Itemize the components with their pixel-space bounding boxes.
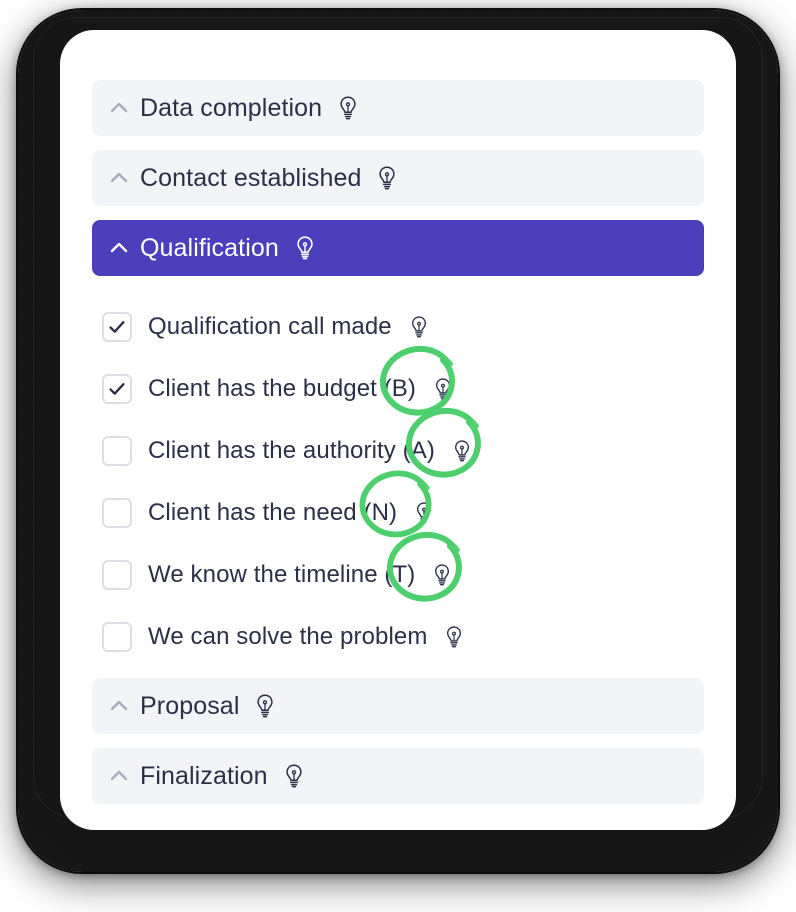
stage-label: Proposal [140, 691, 240, 720]
chevron-up-icon[interactable] [106, 763, 132, 789]
checklist-item-label: We can solve the problem [148, 623, 428, 650]
checkbox-client-has-the-authority[interactable] [102, 436, 132, 466]
checkbox-client-has-the-need[interactable] [102, 498, 132, 528]
checklist-item[interactable]: Client has the authority (A) [92, 420, 704, 482]
checklist-item-label: Qualification call made [148, 313, 392, 340]
lightbulb-icon[interactable] [431, 562, 453, 588]
lightbulb-icon[interactable] [451, 438, 473, 464]
chevron-up-icon[interactable] [106, 235, 132, 261]
checklist-item[interactable]: Client has the need (N) [92, 482, 704, 544]
checklist-item[interactable]: We know the timeline (T) [92, 544, 704, 606]
stage-header-contact-established[interactable]: Contact established [92, 150, 704, 206]
screenshot-root: Data completion Contact established Qual… [0, 0, 796, 912]
lightbulb-icon[interactable] [293, 234, 317, 262]
checklist-item-label: We know the timeline (T) [148, 561, 416, 588]
lightbulb-icon[interactable] [432, 376, 454, 402]
stage-label: Qualification [140, 233, 279, 262]
checklist-card: Data completion Contact established Qual… [60, 30, 736, 830]
lightbulb-icon[interactable] [336, 94, 360, 122]
stage-header-data-completion[interactable]: Data completion [92, 80, 704, 136]
stage-label: Data completion [140, 93, 323, 122]
stage-header-qualification[interactable]: Qualification [92, 220, 704, 276]
checklist-item[interactable]: We can solve the problem [92, 606, 704, 668]
chevron-up-icon[interactable] [106, 95, 132, 121]
stage-header-finalization[interactable]: Finalization [92, 748, 704, 804]
checkbox-qualification-call-made[interactable] [102, 312, 132, 342]
lightbulb-icon[interactable] [413, 500, 435, 526]
checklist-item[interactable]: Client has the budget (B) [92, 358, 704, 420]
stage-label: Contact established [140, 163, 362, 192]
stage-label: Finalization [140, 761, 268, 790]
checkbox-client-has-the-budget[interactable] [102, 374, 132, 404]
checklist-item-label: Client has the authority (A) [148, 437, 435, 464]
checkbox-we-can-solve-the-problem[interactable] [102, 622, 132, 652]
checklist-item-label: Client has the need (N) [148, 499, 398, 526]
chevron-up-icon[interactable] [106, 165, 132, 191]
lightbulb-icon[interactable] [282, 762, 306, 790]
lightbulb-icon[interactable] [375, 164, 399, 192]
lightbulb-icon[interactable] [443, 624, 465, 650]
checkbox-we-know-the-timeline[interactable] [102, 560, 132, 590]
stage-header-proposal[interactable]: Proposal [92, 678, 704, 734]
checklist-item[interactable]: Qualification call made [92, 296, 704, 358]
checklist-item-label: Client has the budget (B) [148, 375, 416, 402]
lightbulb-icon[interactable] [408, 314, 430, 340]
chevron-up-icon[interactable] [106, 693, 132, 719]
qualification-checklist: Qualification call made Client has the b… [92, 290, 704, 678]
lightbulb-icon[interactable] [253, 692, 277, 720]
